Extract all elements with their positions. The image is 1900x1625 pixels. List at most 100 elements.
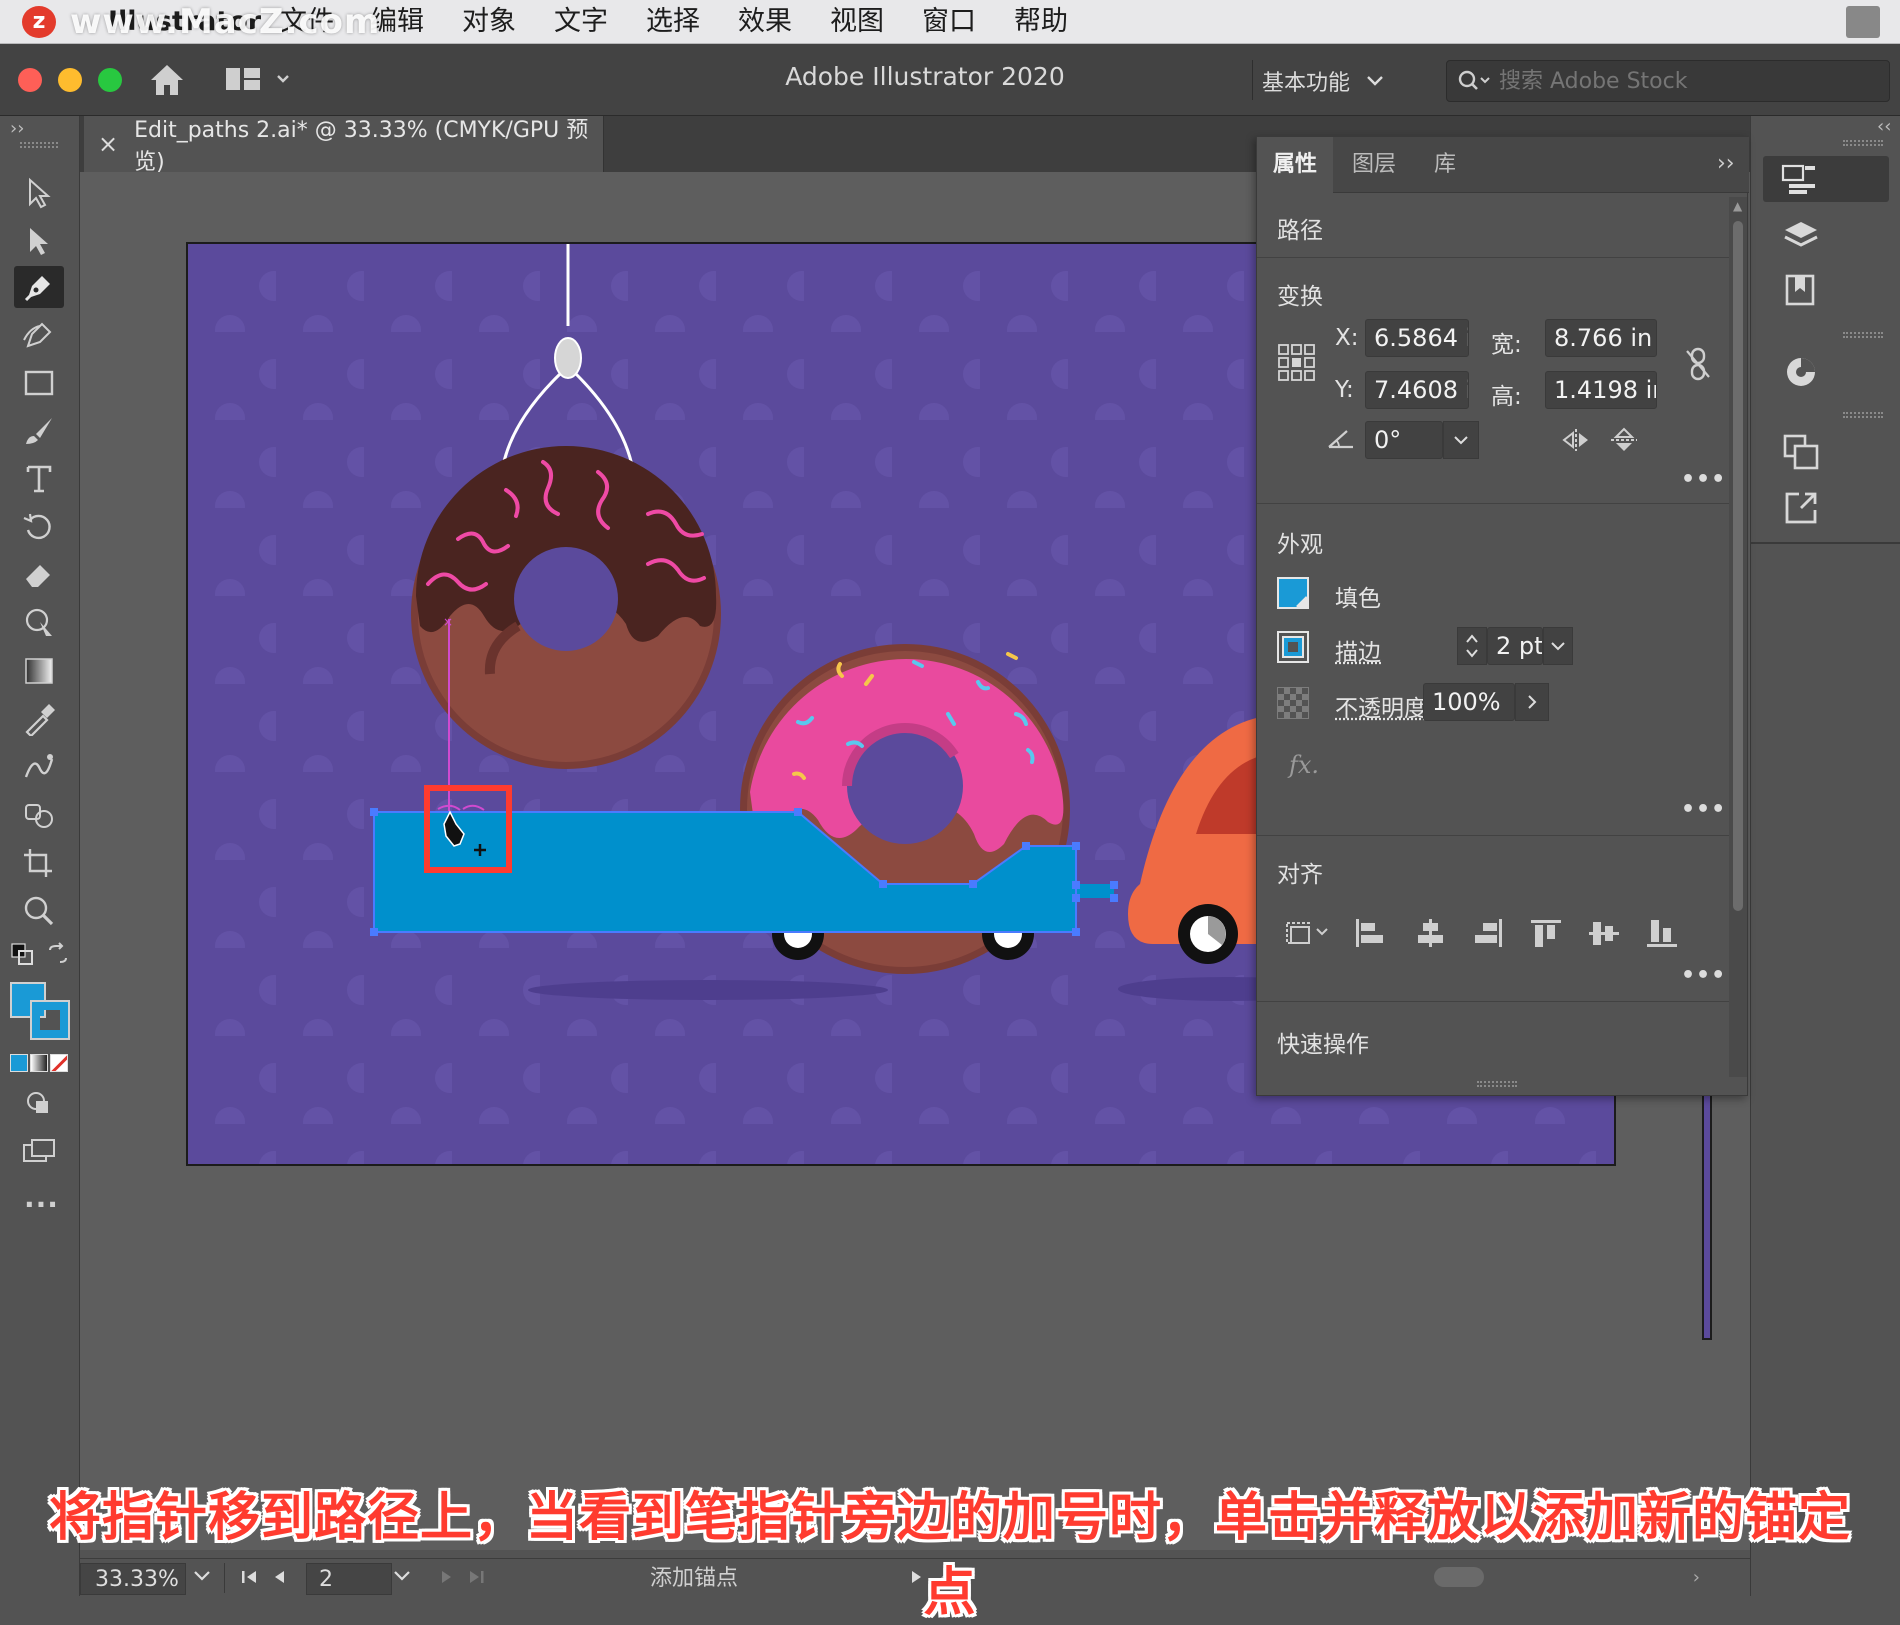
- appearance-more-options-icon[interactable]: •••: [1681, 797, 1726, 822]
- screen-mode-icon[interactable]: [14, 1130, 64, 1172]
- libraries-panel-icon[interactable]: [1781, 272, 1821, 308]
- workspace-label: 基本功能: [1262, 65, 1350, 97]
- free-transform-tool-icon[interactable]: [14, 602, 64, 644]
- symbol-sprayer-tool-icon[interactable]: [14, 794, 64, 836]
- properties-panel-icon[interactable]: [1763, 156, 1889, 202]
- menu-object[interactable]: 对象: [462, 4, 516, 40]
- align-right-icon[interactable]: [1471, 917, 1505, 949]
- menu-effect[interactable]: 效果: [738, 4, 792, 40]
- close-tab-icon[interactable]: ×: [98, 130, 118, 158]
- x-label: X:: [1335, 325, 1359, 351]
- swap-fill-stroke-icon[interactable]: [46, 942, 70, 966]
- eyedropper-tool-icon[interactable]: [14, 698, 64, 740]
- type-tool-icon[interactable]: [14, 458, 64, 500]
- paintbrush-tool-icon[interactable]: [14, 410, 64, 452]
- flip-vertical-icon[interactable]: [1609, 427, 1639, 453]
- curvature-tool-icon[interactable]: [14, 314, 64, 356]
- panel-tabs: 属性 图层 库 ››: [1257, 137, 1749, 193]
- menu-select[interactable]: 选择: [646, 4, 700, 40]
- rotate-tool-icon[interactable]: [14, 506, 64, 548]
- app-title: Adobe Illustrator 2020: [760, 62, 1090, 91]
- fill-color-swatch[interactable]: [1277, 577, 1309, 609]
- rotate-angle-dropdown[interactable]: [1443, 421, 1479, 459]
- minimize-window-button[interactable]: [58, 68, 82, 92]
- align-vertical-center-icon[interactable]: [1587, 917, 1621, 949]
- zoom-window-button[interactable]: [98, 68, 122, 92]
- rectangle-tool-icon[interactable]: [14, 362, 64, 404]
- adobe-stock-search[interactable]: [1446, 60, 1890, 102]
- constrain-proportions-icon[interactable]: [1683, 347, 1713, 381]
- layers-panel-icon[interactable]: [1781, 218, 1821, 254]
- x-field[interactable]: 6.5864 i: [1365, 319, 1469, 357]
- tab-libraries[interactable]: 库: [1413, 137, 1477, 193]
- selection-tool-icon[interactable]: [14, 172, 64, 214]
- title-bar: Adobe Illustrator 2020 基本功能: [0, 44, 1900, 116]
- height-field[interactable]: 1.4198 ir: [1545, 371, 1657, 409]
- blend-tool-icon[interactable]: [14, 746, 64, 788]
- panel-menu-icon[interactable]: ››: [1717, 151, 1735, 176]
- menu-window[interactable]: 窗口: [922, 4, 976, 40]
- align-bottom-icon[interactable]: [1645, 917, 1679, 949]
- export-panel-icon[interactable]: [1781, 488, 1821, 528]
- dock-grip-2[interactable]: [1843, 332, 1883, 338]
- arrange-documents-icon[interactable]: [226, 66, 290, 96]
- stroke-swatch[interactable]: [32, 1002, 68, 1038]
- default-fill-stroke-icon[interactable]: [10, 942, 34, 966]
- edit-toolbar-icon[interactable]: ···: [24, 1188, 59, 1221]
- opacity-slider-button[interactable]: [1515, 683, 1549, 721]
- opacity-label[interactable]: 不透明度: [1335, 689, 1427, 723]
- align-top-icon[interactable]: [1529, 917, 1563, 949]
- menu-type[interactable]: 文字: [554, 4, 608, 40]
- color-guide-icon[interactable]: [1781, 352, 1821, 392]
- align-horizontal-center-icon[interactable]: [1413, 917, 1447, 949]
- collapse-dock-icon[interactable]: ‹‹: [1877, 116, 1891, 137]
- menu-view[interactable]: 视图: [830, 4, 884, 40]
- collapse-toolbar-icon[interactable]: ››: [10, 118, 24, 139]
- eraser-tool-icon[interactable]: [14, 554, 64, 596]
- stroke-label[interactable]: 描边: [1335, 633, 1381, 667]
- panel-scroll-thumb[interactable]: [1733, 221, 1743, 911]
- color-mode-icons[interactable]: [10, 1054, 68, 1072]
- effects-button[interactable]: fx.: [1289, 751, 1319, 779]
- align-more-options-icon[interactable]: •••: [1681, 963, 1726, 988]
- pen-tool-icon[interactable]: [14, 266, 64, 308]
- width-field[interactable]: 8.766 in: [1545, 319, 1657, 357]
- artboard-tool-icon[interactable]: [14, 842, 64, 884]
- dock-grip[interactable]: [1843, 140, 1883, 146]
- home-icon[interactable]: [148, 62, 186, 98]
- stroke-color-swatch[interactable]: [1277, 631, 1309, 663]
- y-field[interactable]: 7.4608 i: [1365, 371, 1469, 409]
- panel-resize-grip[interactable]: [1477, 1081, 1517, 1087]
- gradient-tool-icon[interactable]: [14, 650, 64, 692]
- control-strip-icon[interactable]: [1846, 6, 1880, 38]
- height-label: 高:: [1491, 377, 1522, 411]
- chevron-down-icon: [1366, 75, 1384, 87]
- stroke-weight-field[interactable]: 2 pt: [1487, 627, 1543, 665]
- rotate-angle-field[interactable]: 0°: [1365, 421, 1443, 459]
- flip-horizontal-icon[interactable]: [1561, 427, 1591, 453]
- opacity-field[interactable]: 100%: [1423, 683, 1515, 721]
- direct-selection-tool-icon[interactable]: [14, 220, 64, 262]
- object-type-label: 路径: [1277, 211, 1323, 245]
- align-left-icon[interactable]: [1353, 917, 1387, 949]
- document-tab[interactable]: × Edit_paths 2.ai* @ 33.33% (CMYK/GPU 预览…: [84, 116, 604, 172]
- toolbar-grip[interactable]: [20, 142, 58, 148]
- zoom-tool-icon[interactable]: [14, 890, 64, 932]
- stroke-weight-stepper[interactable]: [1457, 627, 1487, 665]
- tab-layers[interactable]: 图层: [1335, 137, 1413, 193]
- draw-mode-icon[interactable]: [14, 1082, 64, 1124]
- search-input[interactable]: [1499, 69, 1879, 94]
- align-heading: 对齐: [1277, 855, 1323, 889]
- properties-panel: 属性 图层 库 ›› 路径 变换 X: 6.5864 i 宽: 8.766 in…: [1256, 136, 1748, 1096]
- transform-more-options-icon[interactable]: •••: [1681, 467, 1726, 492]
- tab-properties[interactable]: 属性: [1257, 137, 1333, 193]
- menu-help[interactable]: 帮助: [1014, 4, 1068, 40]
- workspace-switcher[interactable]: 基本功能: [1262, 64, 1384, 98]
- transform-panel-icon[interactable]: [1781, 432, 1821, 472]
- close-window-button[interactable]: [18, 68, 42, 92]
- dock-grip-3[interactable]: [1843, 412, 1883, 418]
- stroke-weight-dropdown[interactable]: [1543, 627, 1573, 665]
- align-to-dropdown-icon[interactable]: [1283, 917, 1331, 947]
- reference-point-icon[interactable]: [1277, 343, 1317, 383]
- panel-scrollbar[interactable]: ▲: [1729, 197, 1747, 1077]
